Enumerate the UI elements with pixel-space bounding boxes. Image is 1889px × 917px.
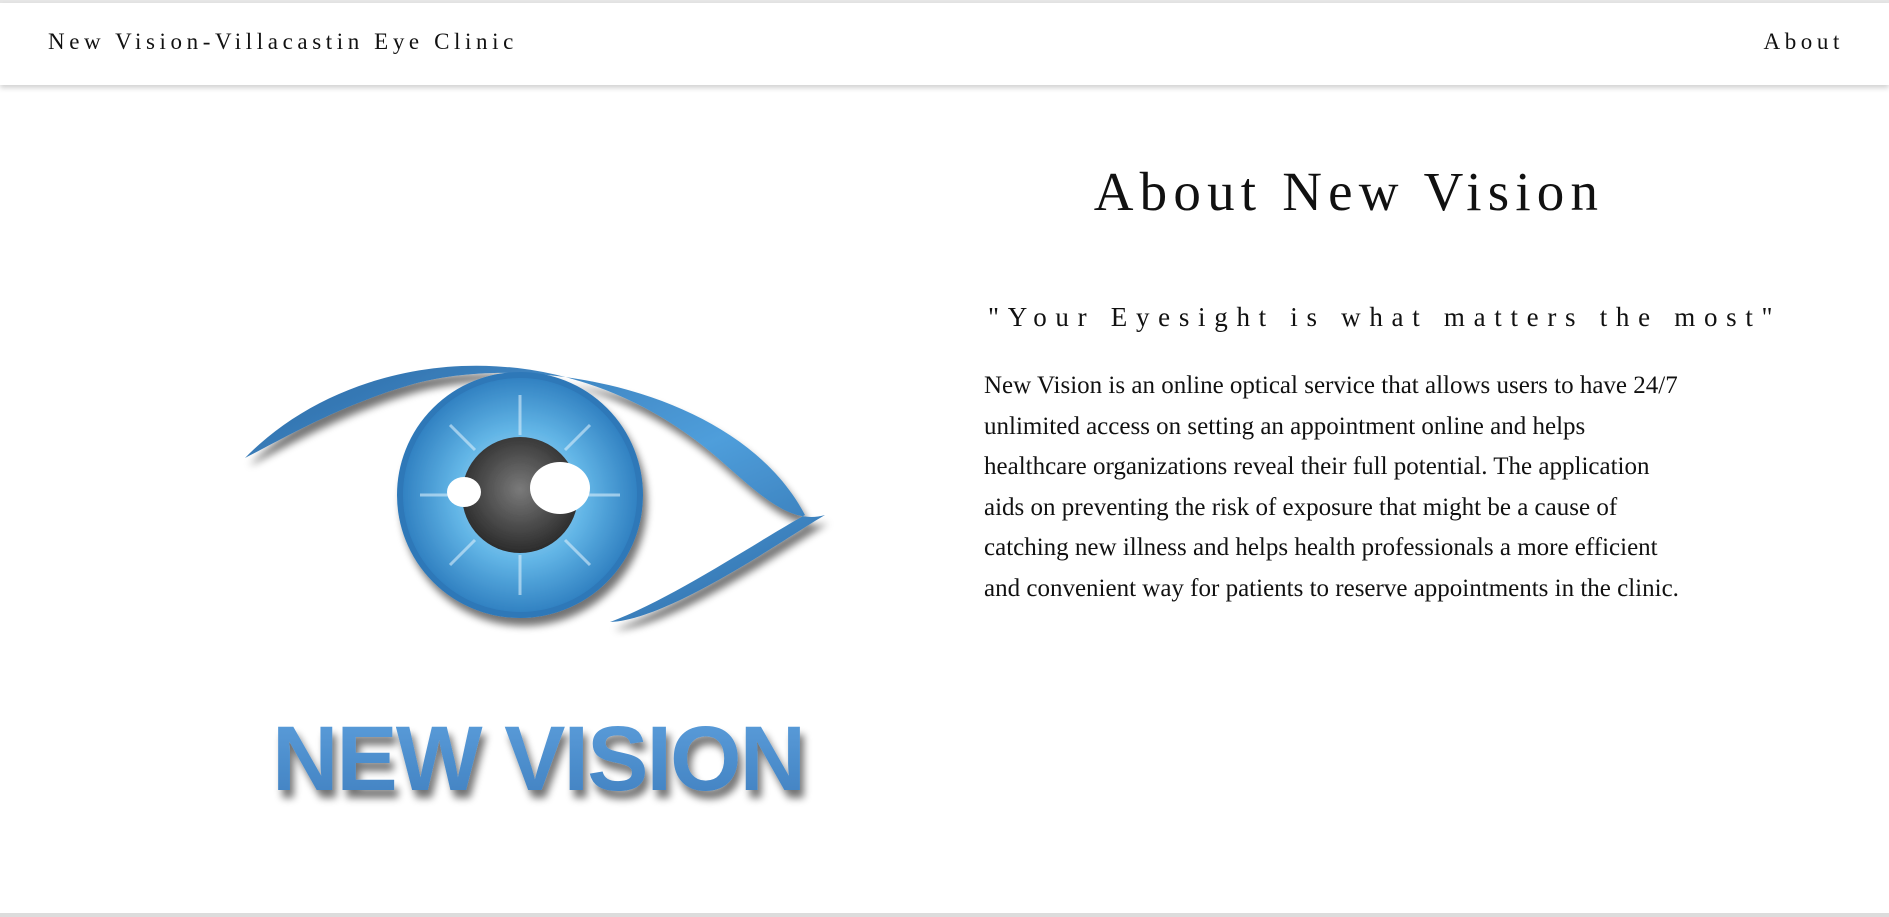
page-title: About New Vision xyxy=(1093,161,1605,222)
brand-title[interactable]: New Vision-Villacastin Eye Clinic xyxy=(48,29,518,55)
description-line: unlimited access on setting an appointme… xyxy=(984,412,1586,440)
page: New Vision-Villacastin Eye Clinic About xyxy=(0,0,1889,917)
description-line: catching new illness and helps health pr… xyxy=(984,534,1658,561)
description-line: aids on preventing the risk of exposure … xyxy=(984,493,1618,521)
description: New Vision is an online optical service … xyxy=(984,366,1744,609)
eye-icon xyxy=(245,365,825,622)
description-line: and convenient way for patients to reser… xyxy=(984,574,1679,602)
new-vision-logo: NEW VISION xyxy=(245,365,825,810)
eye-highlight-large xyxy=(530,462,590,514)
logo-wordmark: NEW VISION xyxy=(272,708,804,810)
tagline: "Your Eyesight is what matters the most" xyxy=(988,302,1782,332)
bottom-border xyxy=(0,913,1889,917)
eye-highlight-small xyxy=(447,477,481,507)
nav-link-about[interactable]: About xyxy=(1764,29,1845,55)
description-line: healthcare organizations reveal their fu… xyxy=(984,453,1650,480)
description-line: New Vision is an online optical service … xyxy=(984,372,1678,399)
navbar: New Vision-Villacastin Eye Clinic About xyxy=(0,3,1889,85)
